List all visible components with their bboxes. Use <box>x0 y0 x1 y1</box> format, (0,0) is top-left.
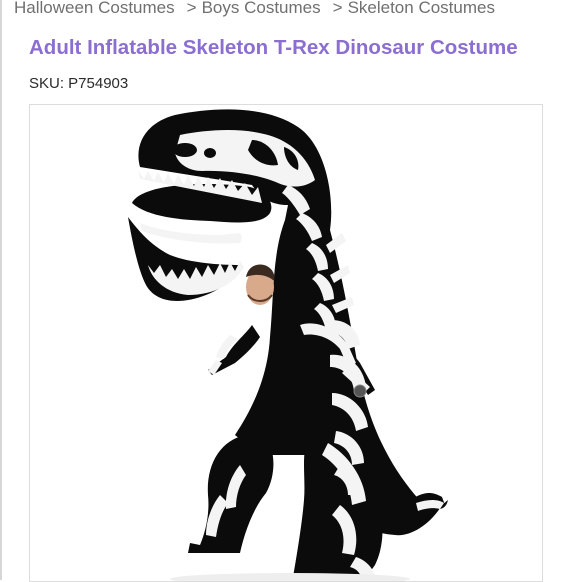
fan-vent <box>353 384 367 398</box>
breadcrumb-boys-costumes[interactable]: Boys Costumes <box>202 0 321 17</box>
product-title: Adult Inflatable Skeleton T-Rex Dinosaur… <box>29 36 518 59</box>
wearer-face <box>246 264 275 305</box>
breadcrumb-separator: > <box>332 0 343 17</box>
breadcrumb-skeleton-costumes[interactable]: Skeleton Costumes <box>348 0 495 17</box>
left-border-rule <box>0 0 2 580</box>
breadcrumb-halloween-costumes[interactable]: Halloween Costumes <box>14 0 175 17</box>
breadcrumb-separator: > <box>186 0 197 17</box>
product-sku: SKU: P754903 <box>29 75 129 92</box>
breadcrumb: Halloween Costumes > Boys Costumes > Skeleto… <box>14 0 495 20</box>
product-image <box>128 109 448 581</box>
product-image-frame[interactable] <box>29 104 543 582</box>
